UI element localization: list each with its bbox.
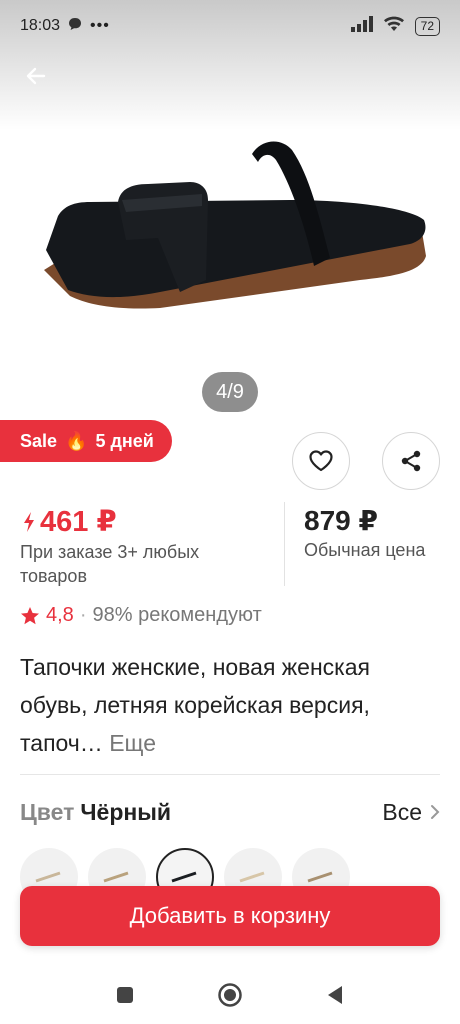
promo-price-value: 461 ₽ — [40, 506, 117, 538]
status-left: 18:03 ••• — [20, 17, 110, 36]
swatch-sandal-thumbnail — [307, 871, 333, 883]
color-selection: Цвет Чёрный — [20, 799, 171, 826]
back-nav-icon[interactable] — [325, 984, 345, 1006]
swatch-sandal-thumbnail — [35, 871, 61, 883]
more-notifications-icon: ••• — [90, 17, 110, 34]
promo-note: При заказе 3+ любых товаров — [20, 542, 200, 586]
all-colors-label: Все — [382, 798, 422, 825]
rating-row[interactable]: 4,8 · 98% рекомендуют — [20, 604, 262, 627]
recents-icon[interactable] — [115, 985, 135, 1005]
price-divider — [284, 502, 285, 586]
status-right: 72 — [350, 15, 440, 37]
product-title[interactable]: Тапочки женские, новая женская обувь, ле… — [20, 648, 440, 762]
sale-badge: Sale 🔥 5 дней — [0, 420, 172, 462]
sale-label: Sale — [20, 430, 58, 451]
price-block: 461 ₽ При заказе 3+ любых товаров 879 ₽ … — [0, 500, 460, 590]
section-divider — [20, 774, 440, 775]
battery-indicator: 72 — [414, 16, 440, 36]
wifi-icon — [383, 16, 405, 37]
color-value: Чёрный — [80, 798, 172, 825]
rating-separator: · — [79, 604, 87, 626]
share-icon — [401, 450, 421, 472]
rating-value: 4,8 — [46, 604, 74, 626]
swatch-sandal-thumbnail — [103, 871, 129, 883]
status-time: 18:03 — [20, 17, 61, 34]
swatch-sandal-thumbnail — [171, 871, 197, 883]
regular-price: 879 ₽ — [304, 505, 378, 536]
product-image — [44, 141, 426, 309]
sale-days: 5 дней — [95, 430, 154, 451]
back-arrow-icon — [26, 67, 46, 85]
recommend-percent: 98% рекомендуют — [92, 604, 262, 626]
signal-icon — [350, 15, 373, 37]
all-colors-link[interactable]: Все — [382, 799, 440, 826]
product-gallery[interactable]: 4/9 — [0, 0, 460, 420]
share-button[interactable] — [382, 432, 440, 490]
add-to-cart-button[interactable]: Добавить в корзину — [20, 886, 440, 946]
star-icon — [21, 606, 39, 624]
color-row[interactable]: Цвет Чёрный Все — [20, 794, 440, 830]
lightning-icon — [24, 511, 34, 532]
system-nav-bar — [0, 966, 460, 1024]
chat-notification-icon — [68, 17, 82, 36]
back-button[interactable] — [18, 58, 54, 94]
image-counter: 4/9 — [202, 372, 258, 412]
status-bar: 18:03 ••• 72 — [0, 0, 460, 52]
chevron-right-icon — [431, 805, 440, 819]
fire-icon: 🔥 — [65, 430, 88, 451]
regular-price-note: Обычная цена — [304, 540, 426, 560]
color-label: Цвет — [20, 798, 75, 825]
product-title-text: Тапочки женские, новая женская обувь, ле… — [20, 654, 370, 756]
favorite-button[interactable] — [292, 432, 350, 490]
heart-icon — [309, 450, 333, 472]
promo-price: 461 ₽ — [22, 504, 117, 539]
title-more-link[interactable]: Еще — [109, 730, 156, 756]
home-icon[interactable] — [217, 982, 243, 1008]
swatch-sandal-thumbnail — [239, 871, 265, 883]
